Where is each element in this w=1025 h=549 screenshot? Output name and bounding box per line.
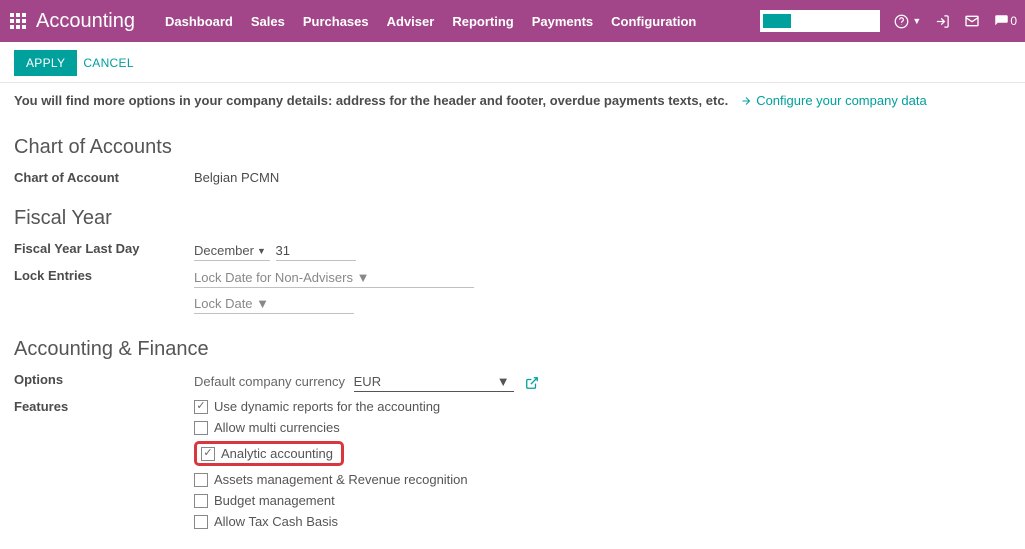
default-currency-label: Default company currency [194,374,345,389]
lock-entries-label: Lock Entries [14,265,194,283]
lock-non-adv-placeholder: Lock Date for Non-Advisers [194,270,353,285]
feature-checkbox[interactable] [194,400,208,414]
chart-of-account-value: Belgian PCMN [194,167,1011,185]
feature-checkbox[interactable] [194,421,208,435]
section-fiscal-year: Fiscal Year [14,207,1011,230]
feature-row: Analytic accounting [194,441,1011,466]
mail-icon[interactable] [964,13,980,29]
currency-select[interactable]: EUR ▼ [354,372,514,392]
configure-company-link[interactable]: Configure your company data [740,93,927,108]
feature-row: Use dynamic reports for the accounting [194,399,1011,414]
nav-configuration[interactable]: Configuration [611,14,696,29]
caret-down-icon: ▼ [257,246,266,256]
highlighted-feature: Analytic accounting [194,441,344,466]
lock-date-placeholder: Lock Date [194,296,253,311]
feature-checkbox[interactable] [194,473,208,487]
fiscal-month-value: December [194,243,254,258]
section-chart-of-accounts: Chart of Accounts [14,136,1011,159]
feature-label: Budget management [214,493,335,508]
section-accounting-finance: Accounting & Finance [14,338,1011,361]
nav-purchases[interactable]: Purchases [303,14,369,29]
info-line: You will find more options in your compa… [0,83,1025,112]
settings-content: Chart of Accounts Chart of Account Belgi… [0,112,1025,549]
nav-sales[interactable]: Sales [251,14,285,29]
feature-row: Assets management & Revenue recognition [194,472,1011,487]
caret-down-icon: ▼ [357,270,370,285]
feature-label: Assets management & Revenue recognition [214,472,468,487]
apps-icon[interactable] [8,11,28,31]
lock-date-non-advisers-input[interactable]: Lock Date for Non-Advisers ▼ [194,268,474,288]
help-icon[interactable]: ▼ [894,14,921,29]
caret-down-icon: ▼ [497,374,510,389]
info-text: You will find more options in your compa… [14,93,728,108]
arrow-icon [740,95,752,107]
app-title: Accounting [36,10,135,33]
action-buttons-row: APPLY CANCEL [0,42,1025,83]
chart-of-account-label: Chart of Account [14,167,194,185]
external-link-icon[interactable] [525,374,539,389]
feature-label: Use dynamic reports for the accounting [214,399,440,414]
nav-payments[interactable]: Payments [532,14,593,29]
feature-row: Allow Tax Cash Basis [194,514,1011,529]
feature-checkbox[interactable] [201,447,215,461]
currency-value: EUR [354,374,381,389]
features-label: Features [14,396,194,414]
signin-icon[interactable] [935,14,950,29]
options-label: Options [14,369,194,387]
caret-down-icon: ▼ [256,296,269,311]
lock-date-input[interactable]: Lock Date ▼ [194,294,354,314]
nav-adviser[interactable]: Adviser [387,14,435,29]
feature-checkbox[interactable] [194,494,208,508]
feature-row: Allow multi currencies [194,420,1011,435]
feature-label: Analytic accounting [221,446,333,461]
company-selector[interactable] [760,10,880,32]
feature-checkbox[interactable] [194,515,208,529]
nav-reporting[interactable]: Reporting [452,14,513,29]
fiscal-month-select[interactable]: December ▼ [194,241,270,261]
nav-menu: Dashboard Sales Purchases Adviser Report… [165,14,760,29]
nav-dashboard[interactable]: Dashboard [165,14,233,29]
caret-down-icon: ▼ [912,16,921,26]
configure-company-label: Configure your company data [756,93,927,108]
cancel-button[interactable]: CANCEL [83,56,133,70]
apply-button[interactable]: APPLY [14,50,77,76]
feature-label: Allow multi currencies [214,420,340,435]
top-navbar: Accounting Dashboard Sales Purchases Adv… [0,0,1025,42]
feature-row: Budget management [194,493,1011,508]
feature-label: Allow Tax Cash Basis [214,514,338,529]
fiscal-last-day-label: Fiscal Year Last Day [14,238,194,256]
chat-icon[interactable]: 0 [994,14,1017,29]
chat-count: 0 [1010,14,1017,28]
topbar-right: ▼ 0 [760,10,1017,32]
fiscal-day-input[interactable]: 31 [276,241,356,261]
